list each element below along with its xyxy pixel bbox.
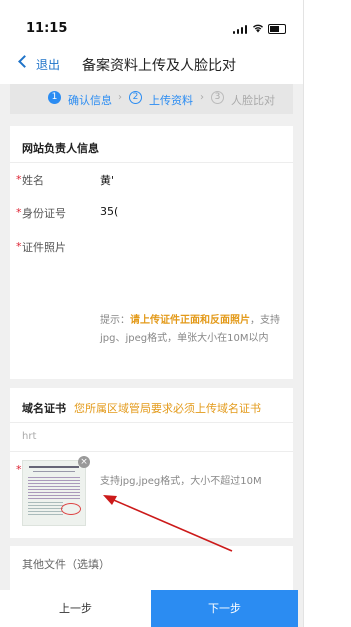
remove-image-icon[interactable]: × (78, 456, 90, 468)
step-indicator: 1 确认信息 › 2 上传资料 › 3 人脸比对 (10, 84, 293, 114)
frame-edge (303, 0, 304, 627)
owner-section-title: 网站负责人信息 (22, 142, 99, 155)
hint-prefix: 提示： (100, 315, 130, 326)
status-bar: 11:15 (0, 0, 303, 40)
divider (10, 451, 293, 452)
step-number: 2 (129, 91, 142, 104)
name-value[interactable]: 黄' (100, 172, 114, 188)
phone-screen: 11:15 退出 备案资料上传及人脸比对 1 确认信息 › 2 上传资料 › 3 (0, 0, 303, 627)
step-number: 3 (211, 91, 224, 104)
hint-emphasis: 请上传证件正面和反面照片 (130, 315, 250, 326)
step-arrow-icon: › (118, 92, 122, 103)
owner-info-card: 网站负责人信息 * 姓名 黄' * 身份证号 35( * 证件照片 提示：请上传… (10, 126, 293, 379)
domain-notice: 您所属区域管局要求必须上传域名证书 (74, 402, 261, 415)
step-label: 人脸比对 (231, 94, 275, 107)
status-time: 11:15 (26, 21, 68, 36)
domain-value[interactable]: hrt (22, 431, 36, 442)
step-number: 1 (48, 91, 61, 104)
step-label: 上传资料 (149, 94, 193, 107)
nav-bar: 退出 备案资料上传及人脸比对 (0, 40, 303, 84)
signal-icon (233, 25, 247, 34)
domain-section-title: 域名证书 (22, 402, 66, 415)
annotation-arrow-icon (103, 495, 233, 552)
upload-hint: 提示：请上传证件正面和反面照片，支持jpg、jpeg格式，单张大小在10M以内 (100, 312, 280, 348)
divider (10, 422, 293, 423)
wifi-icon (253, 24, 263, 33)
page-title: 备案资料上传及人脸比对 (82, 58, 236, 74)
stamp-icon (61, 503, 81, 515)
cert-thumbnail[interactable] (22, 460, 86, 526)
next-step-button[interactable]: 下一步 (151, 590, 298, 627)
step-arrow-icon: › (200, 92, 204, 103)
back-label: 退出 (36, 58, 61, 72)
step-label: 确认信息 (68, 94, 112, 107)
id-photo-label: 证件照片 (22, 241, 66, 254)
prev-step-button[interactable]: 上一步 (0, 590, 151, 627)
required-mark: * (16, 206, 22, 219)
name-label: 姓名 (22, 174, 44, 187)
battery-icon (268, 24, 286, 34)
id-number-value[interactable]: 35( (100, 205, 118, 218)
divider (10, 162, 293, 163)
id-number-label: 身份证号 (22, 207, 66, 220)
required-mark: * (16, 463, 22, 476)
required-mark: * (16, 240, 22, 253)
chevron-left-icon (18, 55, 31, 68)
cert-upload-hint: 支持jpg,jpeg格式，大小不超过10M (100, 476, 262, 487)
other-files-title[interactable]: 其他文件（选填） (22, 556, 110, 572)
required-mark: * (16, 173, 22, 186)
